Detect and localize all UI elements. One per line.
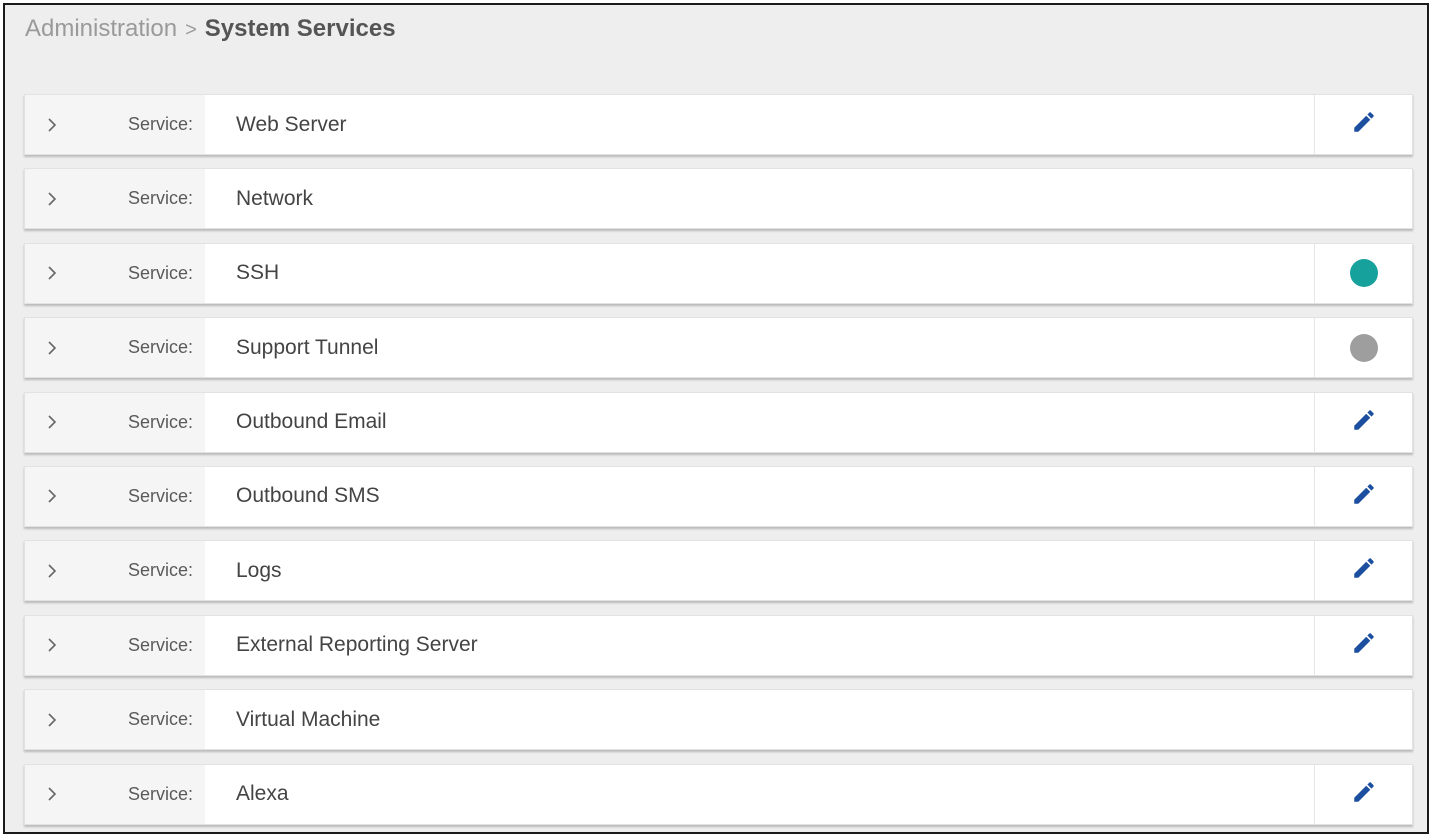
service-row-4: Service: Outbound Email — [24, 391, 1413, 453]
breadcrumb-administration-link[interactable]: Administration — [25, 15, 177, 42]
service-action-cell — [1314, 764, 1412, 824]
service-action-cell — [1314, 243, 1412, 303]
expand-chevron-icon[interactable] — [25, 690, 79, 749]
service-label: Service: — [127, 114, 193, 134]
expand-chevron-icon[interactable] — [25, 765, 79, 824]
service-label: Service: — [127, 709, 193, 730]
service-action-cell — [1314, 466, 1412, 526]
service-label: Service: — [127, 188, 193, 209]
service-label: Service: — [127, 411, 193, 432]
service-name: Web Server — [205, 95, 1412, 154]
service-label: Service: — [127, 262, 193, 283]
service-row-6: Service: Logs — [24, 540, 1413, 602]
service-row-0: Service: Web Server — [24, 94, 1413, 155]
service-action-cell — [1314, 690, 1412, 750]
service-name: Outbound Email — [205, 392, 1412, 452]
service-name: SSH — [205, 243, 1412, 303]
expand-chevron-icon[interactable] — [25, 95, 79, 154]
expand-chevron-icon[interactable] — [25, 169, 79, 228]
service-label: Service: — [127, 337, 193, 358]
service-action-cell — [1314, 169, 1412, 229]
service-row-7: Service: External Reporting Server — [24, 614, 1413, 676]
service-name: Alexa — [205, 764, 1412, 824]
system-services-panel: Administration > System Services Service: … — [3, 3, 1429, 834]
service-row-9: Service: Alexa — [24, 763, 1413, 825]
service-name: Virtual Machine — [205, 690, 1412, 750]
service-label: Service: — [127, 485, 193, 506]
service-action-cell — [1314, 318, 1412, 378]
service-name: Outbound SMS — [205, 466, 1412, 526]
service-name: Network — [205, 169, 1412, 229]
breadcrumb-separator: > — [185, 19, 197, 41]
service-action-cell — [1314, 392, 1412, 452]
edit-pencil-icon[interactable] — [1351, 630, 1377, 661]
edit-pencil-icon[interactable] — [1351, 407, 1377, 438]
service-label: Service: — [127, 560, 193, 581]
expand-chevron-icon[interactable] — [25, 541, 79, 600]
service-label: Service: — [127, 634, 193, 655]
breadcrumb: Administration > System Services — [25, 15, 396, 44]
service-name: Logs — [205, 541, 1412, 601]
edit-pencil-icon[interactable] — [1351, 779, 1377, 810]
service-row-3: Service: Support Tunnel — [24, 317, 1413, 379]
service-action-cell — [1314, 95, 1412, 154]
service-list: Service: Web Server Service: Network Ser… — [24, 94, 1413, 832]
service-row-2: Service: SSH — [24, 242, 1413, 304]
expand-chevron-icon[interactable] — [25, 393, 79, 452]
expand-chevron-icon[interactable] — [25, 244, 79, 303]
status-on-icon — [1349, 259, 1378, 288]
service-label: Service: — [127, 783, 193, 804]
status-off-icon — [1349, 333, 1378, 362]
service-action-cell — [1314, 615, 1412, 675]
service-row-8: Service: Virtual Machine — [24, 689, 1413, 751]
expand-chevron-icon[interactable] — [25, 616, 79, 675]
expand-chevron-icon[interactable] — [25, 467, 79, 526]
edit-pencil-icon[interactable] — [1351, 481, 1377, 512]
edit-pencil-icon[interactable] — [1351, 109, 1377, 140]
service-name: Support Tunnel — [205, 318, 1412, 378]
page-title: System Services — [204, 15, 396, 42]
service-row-5: Service: Outbound SMS — [24, 465, 1413, 527]
service-name: External Reporting Server — [205, 615, 1412, 675]
service-row-1: Service: Network — [24, 168, 1413, 230]
expand-chevron-icon[interactable] — [25, 318, 79, 377]
service-action-cell — [1314, 541, 1412, 601]
edit-pencil-icon[interactable] — [1351, 555, 1377, 586]
